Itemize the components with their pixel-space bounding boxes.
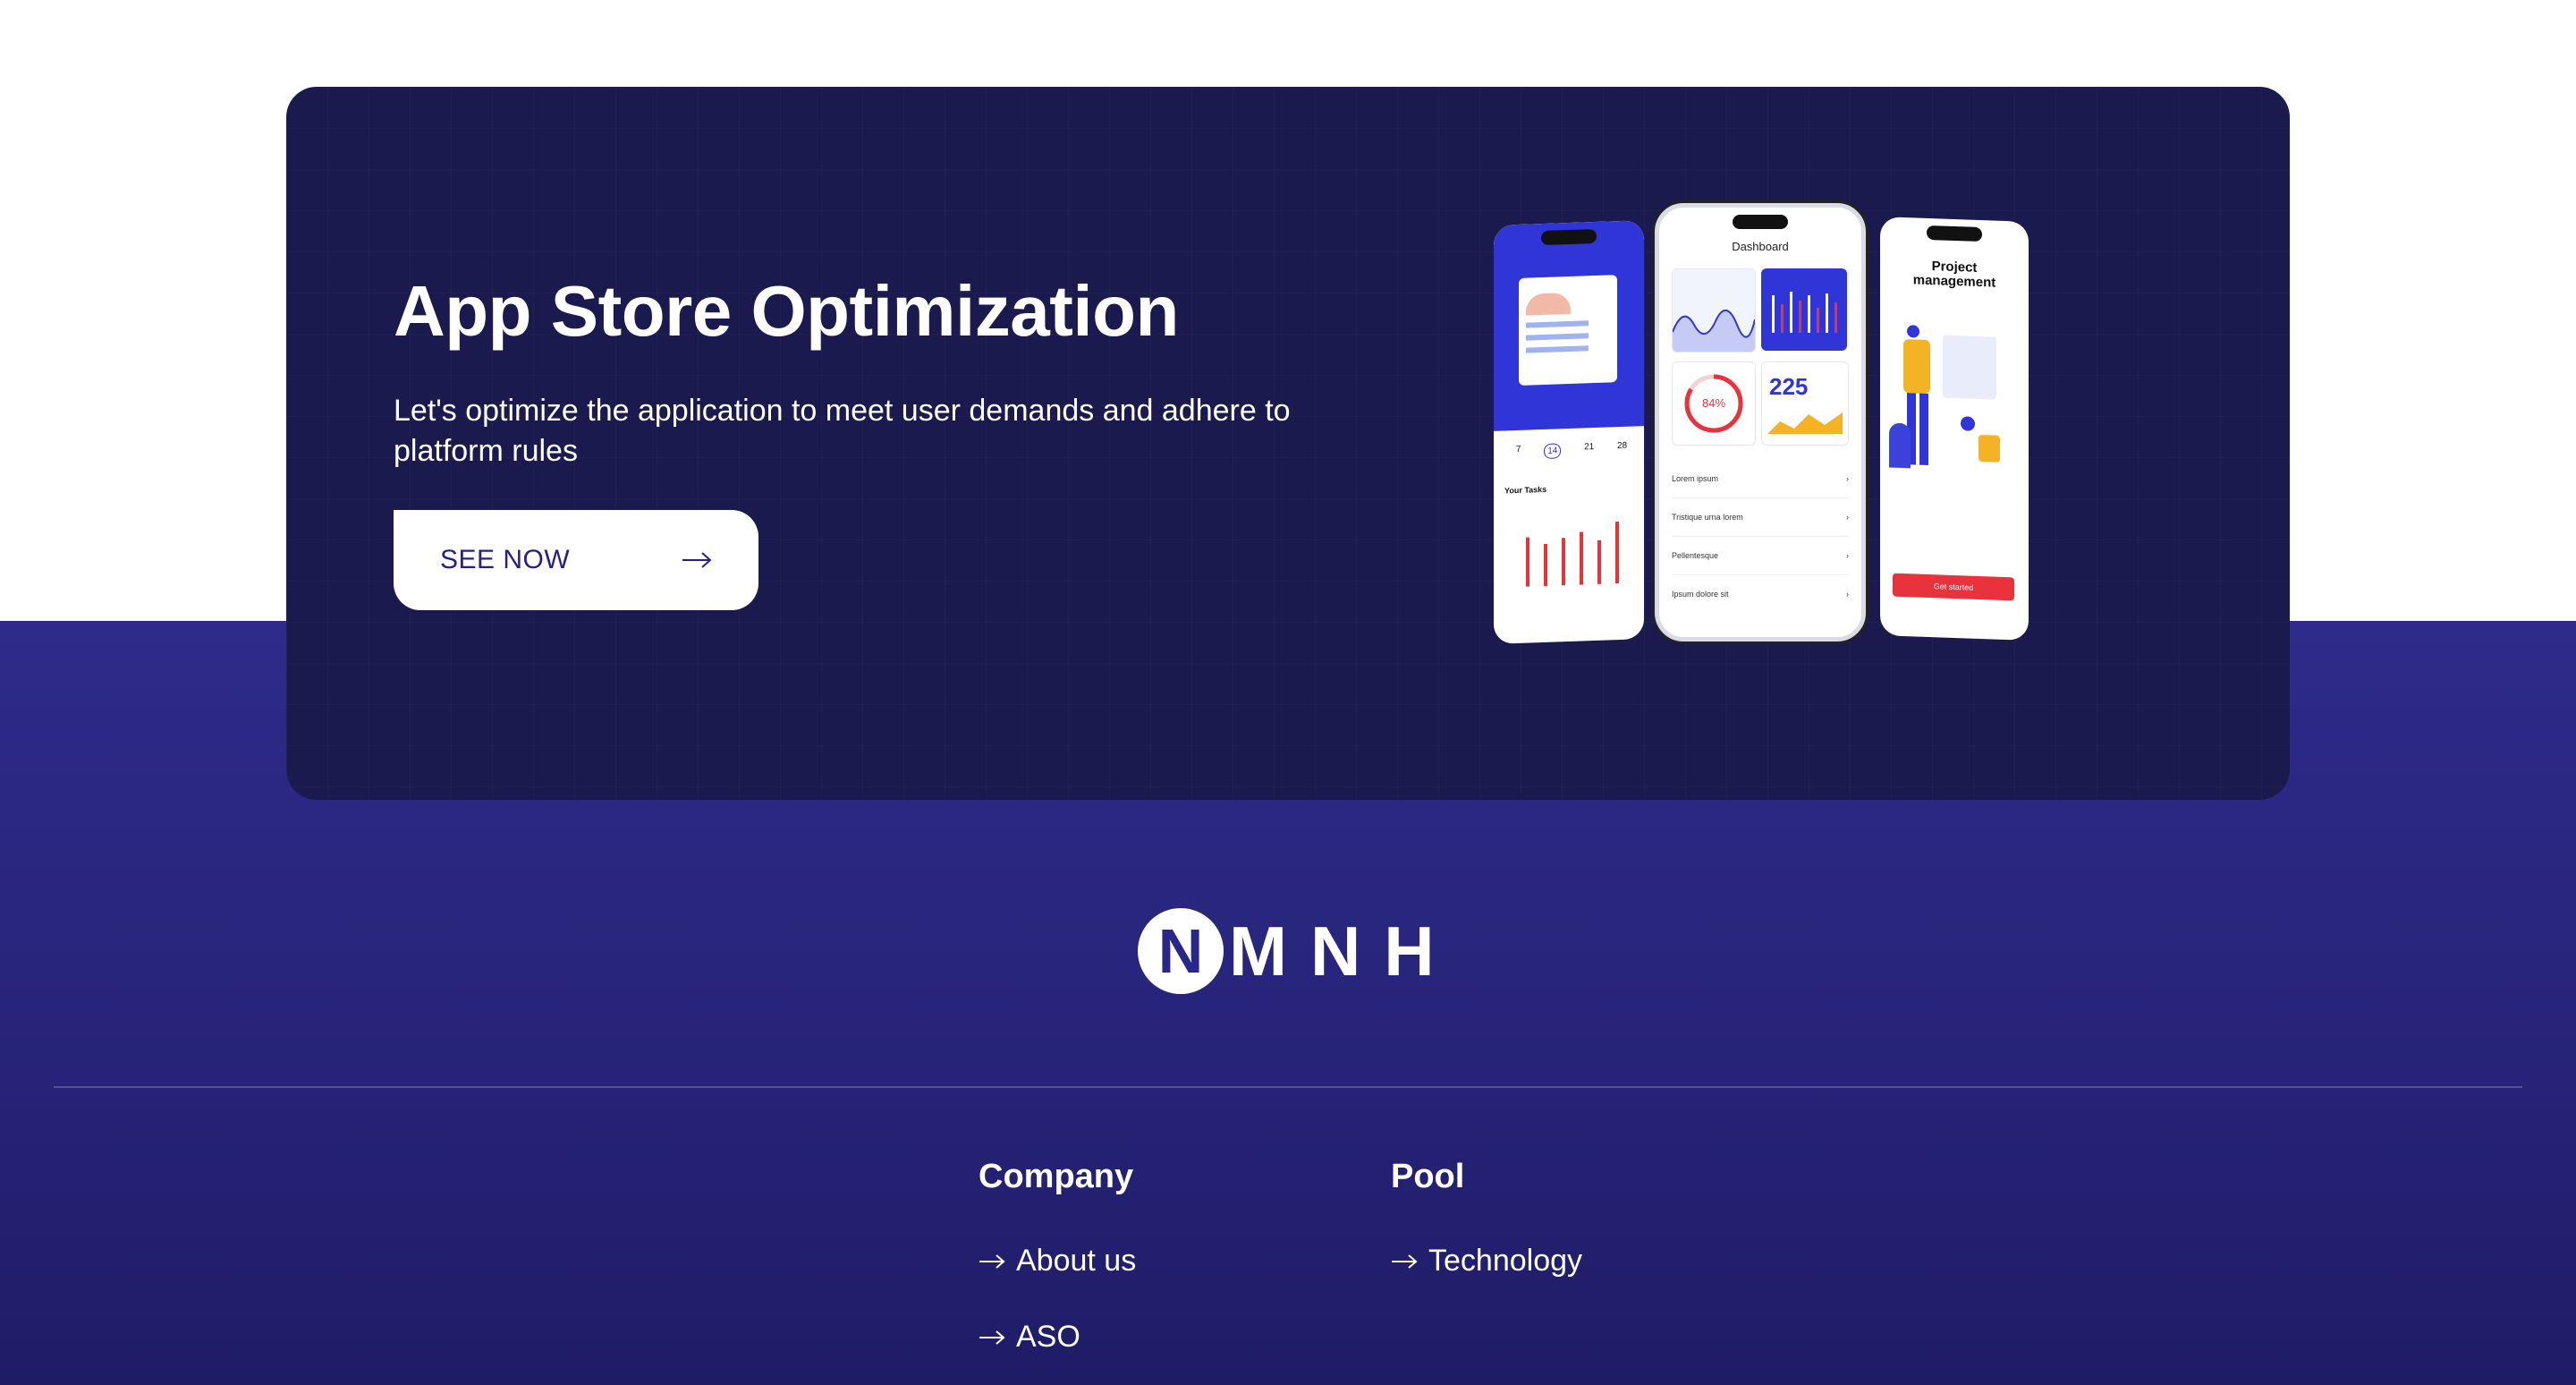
banner-title: App Store Optimization: [394, 271, 1179, 351]
dashboard-list-item: Lorem ipsum: [1672, 474, 1719, 483]
dashboard-percent: 84%: [1701, 396, 1726, 410]
dashboard-list-item: Ipsum dolore sit: [1672, 590, 1729, 599]
arrow-right-icon: [979, 1253, 1005, 1269]
banner-description: Let's optimize the application to meet u…: [394, 394, 1291, 468]
see-now-button[interactable]: SEE NOW: [394, 510, 758, 610]
see-now-label: SEE NOW: [440, 545, 571, 574]
dashboard-number: 225: [1769, 373, 1809, 400]
footer-link-label: About us: [1016, 1244, 1137, 1278]
wave-chart: [1673, 310, 1755, 352]
project-get-started-button: Get started: [1893, 573, 2014, 601]
mnh-logo[interactable]: N MNH: [1138, 906, 1458, 996]
footer-pool-title: Pool: [1391, 1158, 1465, 1195]
project-title: Project management: [1912, 259, 1996, 291]
calendar-day: 28: [1616, 440, 1628, 452]
phone-mockup-project: Project management Get started: [1880, 217, 2029, 641]
footer-link-label: ASO: [1016, 1320, 1080, 1354]
logo-letters: MNH: [1229, 911, 1458, 990]
footer-link-about-us[interactable]: About us: [979, 1244, 1136, 1279]
phone-mockup-tasks: 7 14 21 28 Your Tasks: [1494, 220, 1644, 644]
footer-divider: [54, 1086, 2522, 1088]
arrow-right-icon: [979, 1330, 1005, 1345]
dashboard-list-item: Tristique urna lorem: [1672, 513, 1743, 522]
arrow-right-icon: [682, 552, 712, 568]
dashboard-list-item: Pellentesque: [1672, 551, 1719, 560]
tasks-label: Your Tasks: [1504, 484, 1547, 496]
footer-link-aso[interactable]: ASO: [979, 1320, 1080, 1355]
arrow-right-icon: [1392, 1253, 1418, 1269]
footer-company-title: Company: [979, 1158, 1134, 1195]
aso-banner: App Store Optimization Let's optimize th…: [286, 87, 2290, 800]
calendar-day: 21: [1584, 442, 1595, 453]
logo-circle-mark: N: [1138, 908, 1224, 994]
calendar-day: 7: [1515, 444, 1521, 455]
footer-link-label: Technology: [1428, 1244, 1583, 1278]
phone-mockup-dashboard: Dashboard 84% 225 Lorem ipsum › Tristiqu…: [1655, 203, 1866, 642]
dashboard-title: Dashboard: [1732, 240, 1789, 253]
footer-link-technology[interactable]: Technology: [1391, 1244, 1582, 1279]
calendar-day-selected: 14: [1544, 443, 1562, 459]
